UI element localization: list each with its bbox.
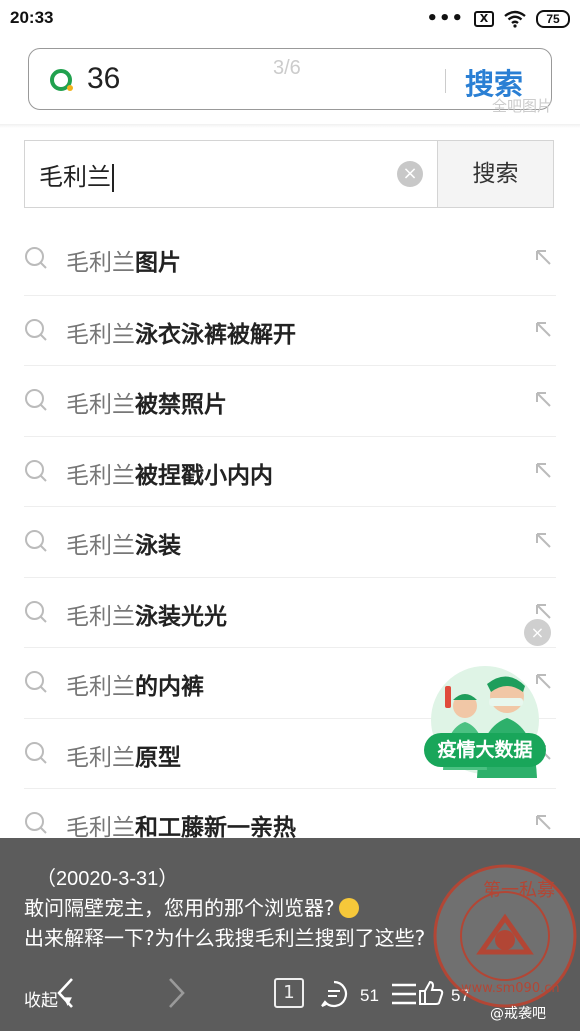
- suggestion-text: 毛利兰和工藤新一亲热: [66, 808, 296, 842]
- suggestion-prefix: 毛利兰: [66, 674, 135, 700]
- search-icon: [25, 318, 47, 341]
- svg-text:www.sm090.cn: www.sm090.cn: [461, 981, 560, 996]
- divider: [445, 69, 446, 93]
- tabs-button[interactable]: 1: [274, 978, 304, 1008]
- caption-date: （20020-3-31）: [36, 868, 179, 890]
- search-icon: [25, 389, 47, 411]
- status-bar: 20:33 ••• X 75: [0, 0, 580, 40]
- comment-count: 51: [360, 986, 379, 1005]
- sim-icon: X: [474, 10, 494, 27]
- suggestion-item[interactable]: 毛利兰图片: [24, 224, 556, 295]
- search-icon: [25, 247, 47, 269]
- suggestion-completion: 泳装: [135, 533, 181, 559]
- suggestion-text: 毛利兰的内裤: [66, 667, 204, 701]
- epidemic-data-label[interactable]: 疫情大数据: [424, 733, 546, 767]
- suggestion-text: 毛利兰泳装光光: [66, 597, 227, 631]
- suggestion-text: 毛利兰泳衣泳裤被解开: [66, 315, 296, 349]
- back-arrow-icon[interactable]: [54, 976, 76, 1010]
- search-input[interactable]: 毛利兰: [39, 157, 114, 192]
- menu-icon[interactable]: [390, 982, 418, 1006]
- collapse-label: 收起: [24, 991, 58, 1011]
- browser-top-bar: 36 3/6 搜索 全吧图片: [0, 40, 580, 124]
- suggestion-text: 毛利兰被禁照片: [66, 385, 227, 419]
- search-form: 毛利兰 × 搜索: [24, 140, 554, 208]
- suggestion-prefix: 毛利兰: [66, 462, 135, 489]
- suggestion-completion: 的内裤: [135, 674, 204, 700]
- browser-logo-icon: [50, 69, 73, 91]
- suggestion-text: 毛利兰图片: [66, 243, 181, 277]
- search-icon: [25, 671, 47, 693]
- suggestion-item[interactable]: 毛利兰被捏戳小内内: [24, 435, 556, 507]
- search-input-value: 毛利兰: [39, 163, 111, 191]
- suggestion-item[interactable]: 毛利兰泳装: [24, 506, 556, 577]
- caption-text: 敢问隔壁宠主，您用的那个浏览器?: [24, 896, 335, 920]
- status-icons: ••• X 75: [426, 8, 570, 29]
- suggestion-text: 毛利兰被捏戳小内内: [66, 456, 273, 490]
- suggestion-completion: 图片: [135, 250, 181, 276]
- search-icon: [25, 459, 47, 482]
- fill-query-arrow-icon[interactable]: [534, 813, 554, 833]
- search-button[interactable]: 搜索: [437, 141, 553, 207]
- caption-line: 敢问隔壁宠主，您用的那个浏览器?: [24, 892, 359, 921]
- search-icon: [25, 812, 47, 834]
- suggestion-completion: 被禁照片: [135, 392, 227, 418]
- suggestion-prefix: 毛利兰: [66, 392, 135, 418]
- search-icon: [25, 530, 47, 552]
- fill-query-arrow-icon[interactable]: [534, 390, 554, 410]
- suggestion-item[interactable]: 毛利兰泳衣泳裤被解开: [24, 294, 556, 366]
- watermark-seal: 第一私募 www.sm090.cn: [433, 864, 577, 1008]
- fill-query-arrow-icon[interactable]: [534, 320, 554, 340]
- fill-query-arrow-icon[interactable]: [534, 248, 554, 268]
- smile-emoji-icon: [338, 898, 359, 918]
- suggestion-completion: 被捏戳小内内: [135, 462, 273, 489]
- search-icon: [25, 741, 47, 764]
- more-dots-icon: •••: [426, 8, 464, 29]
- suggestion-completion: 泳衣泳裤被解开: [135, 321, 296, 348]
- all-images-link[interactable]: 全吧图片: [492, 95, 552, 116]
- fill-query-arrow-icon[interactable]: [534, 531, 554, 551]
- svg-text:第一私募: 第一私募: [483, 880, 555, 901]
- suggestion-completion: 原型: [135, 744, 181, 771]
- query-text[interactable]: 36: [87, 62, 120, 96]
- comment-icon[interactable]: [320, 980, 348, 1008]
- clear-icon[interactable]: ×: [397, 161, 423, 187]
- suggestion-completion: 泳装光光: [135, 603, 227, 630]
- text-caret: [112, 164, 114, 192]
- watermark-caption: @戒袭吧: [490, 1006, 546, 1022]
- suggestion-prefix: 毛利兰: [66, 603, 135, 630]
- query-box[interactable]: 36 3/6 搜索: [28, 48, 552, 110]
- search-icon: [25, 600, 47, 623]
- suggestion-prefix: 毛利兰: [66, 321, 135, 348]
- wifi-icon: [504, 10, 526, 28]
- forward-arrow-icon[interactable]: [166, 976, 188, 1010]
- suggestion-prefix: 毛利兰: [66, 533, 135, 559]
- suggestion-text: 毛利兰原型: [66, 738, 181, 772]
- suggestion-text: 毛利兰泳装: [66, 526, 181, 560]
- page-indicator: 3/6: [273, 57, 301, 79]
- suggestion-item[interactable]: 毛利兰被禁照片: [24, 365, 556, 436]
- suggestion-prefix: 毛利兰: [66, 744, 135, 771]
- suggestion-item[interactable]: 毛利兰泳装光光: [24, 576, 556, 648]
- status-time: 20:33: [10, 8, 54, 27]
- suggestion-prefix: 毛利兰: [66, 250, 135, 276]
- battery-icon: 75: [536, 9, 570, 28]
- fill-query-arrow-icon[interactable]: [534, 461, 554, 481]
- caption-line: 出来解释一下?为什么我搜毛利兰搜到了这些?: [24, 926, 426, 950]
- divider: [0, 124, 580, 128]
- badge-close-icon[interactable]: ×: [524, 619, 551, 646]
